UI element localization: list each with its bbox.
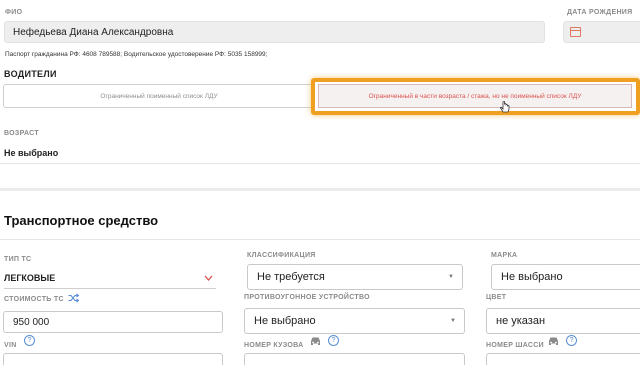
classification-value: Не требуется — [257, 271, 325, 283]
color-value: не указан — [496, 315, 546, 327]
brand-select[interactable]: Не выбрано — [491, 264, 640, 290]
section-separator — [0, 188, 640, 191]
antitheft-value: Не выбрано — [254, 315, 316, 327]
help-icon[interactable]: ? — [328, 335, 339, 346]
highlight-frame — [311, 78, 640, 115]
chevron-down-icon — [204, 275, 213, 281]
color-input[interactable]: не указан — [486, 308, 640, 334]
documents-text: Паспорт гражданина РФ: 4608 789588; Води… — [5, 51, 268, 58]
vehicle-cost-label: СТОИМОСТЬ ТС — [4, 296, 64, 303]
vehicle-cost-input[interactable]: 950 000 — [3, 311, 223, 333]
antitheft-label: ПРОТИВОУГОННОЕ УСТРОЙСТВО — [244, 294, 370, 301]
chassis-number-label: НОМЕР ШАССИ — [486, 342, 544, 349]
body-number-label: НОМЕР КУЗОВА — [244, 342, 304, 349]
fio-label: ФИО — [5, 9, 23, 16]
color-label: ЦВЕТ — [486, 294, 507, 301]
car-icon — [549, 337, 558, 345]
calendar-icon[interactable] — [570, 27, 581, 37]
vehicle-cost-value: 950 000 — [13, 316, 50, 328]
driver-option-named-label: Ограниченный поименный список ЛДУ — [100, 92, 218, 100]
brand-label: МАРКА — [491, 252, 518, 259]
car-icon — [311, 337, 320, 345]
classification-select[interactable]: Не требуется ▼ — [247, 264, 463, 290]
vehicle-section-title: Транспортное средство — [4, 213, 159, 228]
classification-label: КЛАССИФИКАЦИЯ — [247, 252, 316, 259]
fio-value: Нефедьева Диана Александровна — [13, 26, 174, 38]
vin-input[interactable] — [3, 353, 223, 365]
vin-label: VIN — [4, 342, 17, 349]
drivers-title: ВОДИТЕЛИ — [4, 69, 57, 79]
chassis-number-input[interactable] — [486, 353, 640, 365]
age-value[interactable]: Не выбрано — [4, 148, 58, 158]
body-number-input[interactable] — [244, 353, 465, 365]
vehicle-type-value: ЛЕГКОВЫЕ — [4, 273, 56, 283]
vehicle-type-select[interactable]: ЛЕГКОВЫЕ — [4, 268, 216, 289]
age-label: ВОЗРАСТ — [4, 130, 39, 137]
dropdown-arrow-icon: ▼ — [448, 274, 454, 280]
antitheft-select[interactable]: Не выбрано ▼ — [244, 308, 465, 334]
cursor-icon — [500, 100, 510, 120]
shuffle-icon[interactable] — [68, 293, 79, 303]
birth-date-label: ДАТА РОЖДЕНИЯ — [567, 9, 633, 16]
fio-field[interactable]: Нефедьева Диана Александровна — [4, 21, 545, 43]
dropdown-arrow-icon: ▼ — [450, 318, 456, 324]
help-icon[interactable]: ? — [566, 335, 577, 346]
help-icon[interactable]: ? — [24, 335, 35, 346]
birth-date-field[interactable] — [563, 21, 640, 43]
vehicle-divider — [0, 239, 640, 240]
age-divider — [0, 163, 640, 164]
vehicle-type-label: ТИП ТС — [4, 256, 32, 263]
driver-option-named-list[interactable]: Ограниченный поименный список ЛДУ — [3, 84, 315, 108]
brand-value: Не выбрано — [501, 271, 563, 283]
